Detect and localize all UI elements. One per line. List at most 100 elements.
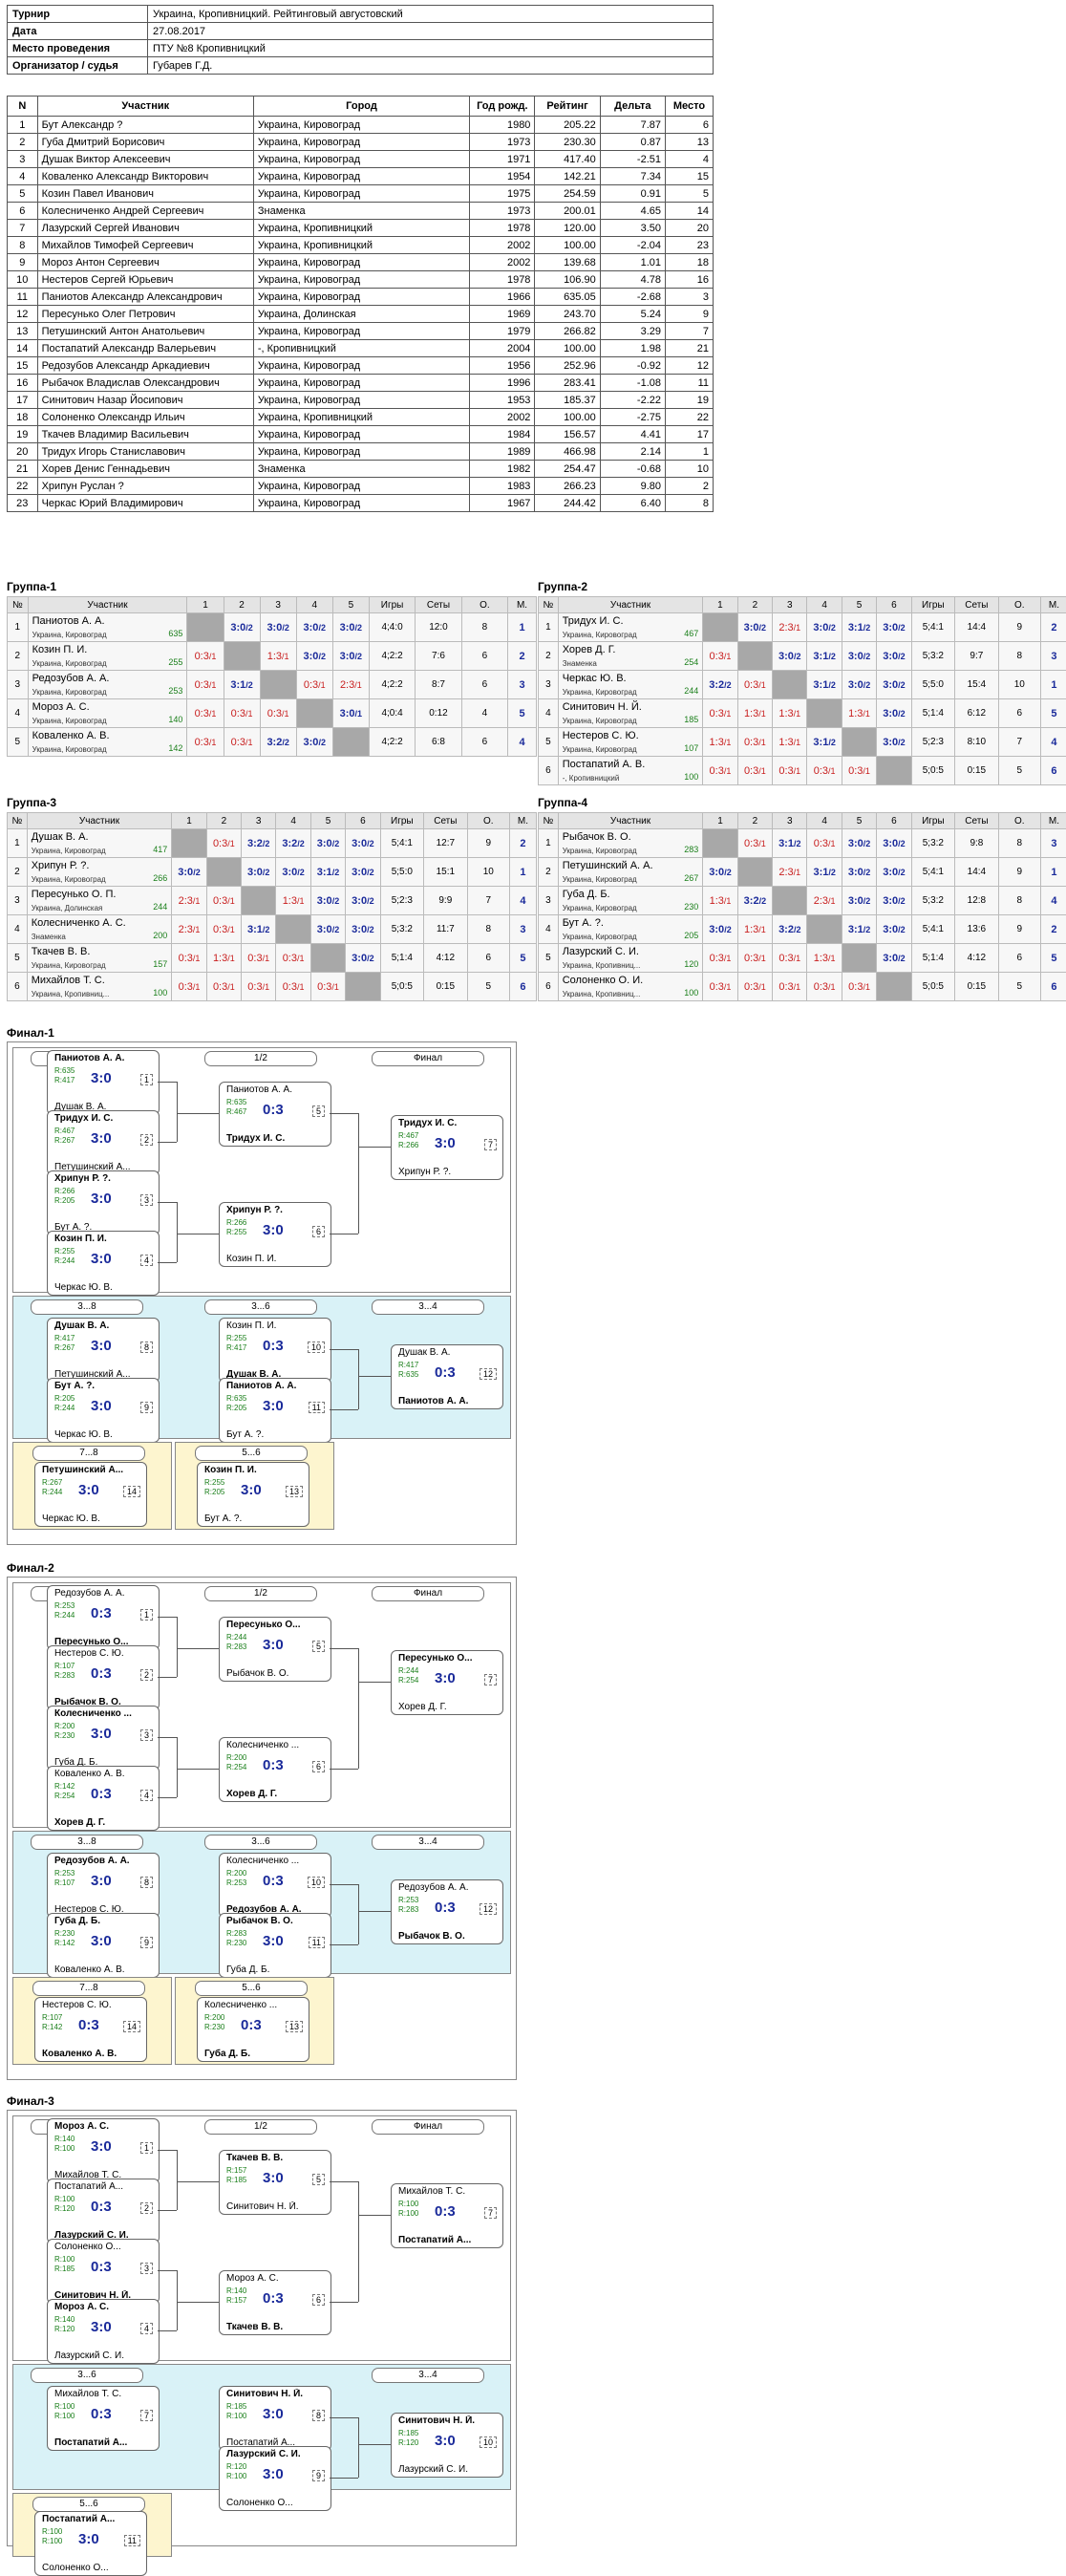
group-player: Петушинский А. А.Украина, Кировоград267 xyxy=(558,858,703,887)
group-col-opp: 2 xyxy=(206,813,241,829)
group-result: 0:3/1 xyxy=(737,671,772,699)
place-5-6: 5...6Колесниченко ...R:200R:2300:313Губа… xyxy=(175,1977,334,2065)
player-row: 8Михайлов Тимофей СергеевичУкраина, Кроп… xyxy=(8,237,714,254)
player-name: Михайлов Тимофей Сергеевич xyxy=(37,237,253,254)
bracket-line xyxy=(358,1682,391,1683)
group-points: /2 xyxy=(898,839,906,848)
group-points-total: 6 xyxy=(461,671,507,699)
group-score: 0:3 xyxy=(710,765,724,777)
player-rating: 266.82 xyxy=(535,323,600,340)
group-player-rating: 467 xyxy=(684,629,698,638)
group-points: /1 xyxy=(828,839,836,848)
match-player-2: Лазурский С. И. xyxy=(54,2351,148,2361)
match-rating-1: R:635 xyxy=(54,1066,75,1075)
phase-label: 3...8 xyxy=(31,1299,143,1315)
group-score: 3:0 xyxy=(304,622,319,633)
match-number: 8 xyxy=(140,1877,153,1888)
group-row-num: 2 xyxy=(539,858,559,887)
bracket-line xyxy=(358,2181,359,2302)
place-7-8: 7...8Нестеров С. Ю.R:107R:1420:314Ковале… xyxy=(12,1977,172,2065)
bracket-line xyxy=(158,1617,177,1618)
match-rating-2: R:100 xyxy=(54,2144,75,2153)
bracket-line xyxy=(358,1376,391,1377)
group-result: 3:0/2 xyxy=(346,944,380,973)
player-place: 21 xyxy=(666,340,714,357)
bracket-line xyxy=(177,1082,178,1142)
match-number: 11 xyxy=(309,1402,325,1413)
group-row: 4Мороз А. С.Украина, Кировоград1400:3/10… xyxy=(8,699,537,728)
players-header: Участник xyxy=(37,97,253,117)
player-rating: 417.40 xyxy=(535,151,600,168)
match-number: 3 xyxy=(140,1729,153,1741)
group-player-rating: 255 xyxy=(168,657,182,667)
group-cell-self xyxy=(296,699,332,728)
group-player-rating: 253 xyxy=(168,686,182,696)
group-points: /1 xyxy=(758,925,766,934)
bracket-line xyxy=(177,1202,178,1262)
player-name: Солоненко Олександр Ильич xyxy=(37,409,253,426)
group-score: 3:0 xyxy=(848,679,863,691)
player-city: Украина, Кировоград xyxy=(253,254,469,271)
match-rating-2: R:100 xyxy=(226,2412,246,2420)
player-name: Постапатий Александр Валерьевич xyxy=(37,340,253,357)
match-number: 14 xyxy=(123,1486,140,1497)
player-row: 5Козин Павел ИвановичУкраина, Кировоград… xyxy=(8,185,714,203)
player-place: 14 xyxy=(666,203,714,220)
group-player-rating: 100 xyxy=(153,988,167,998)
group-title: Группа-1 xyxy=(7,580,56,593)
group-result: 3:0/2 xyxy=(242,858,276,887)
match-rating-1: R:244 xyxy=(398,1666,418,1675)
group-points: /1 xyxy=(758,766,766,776)
match-box: Пересунько О...R:244R:2543:07Хорев Д. Г. xyxy=(391,1650,503,1715)
group-col-opp: 5 xyxy=(310,813,345,829)
group-player-rating: 244 xyxy=(153,902,167,912)
player-place: 6 xyxy=(666,117,714,134)
group-player: Постапатий А. В.-, Кропивницкий100 xyxy=(558,757,703,785)
group-col-opp: 1 xyxy=(703,597,737,613)
group-cell-self xyxy=(877,757,911,785)
match-box: Михайлов Т. С.R:100R:1000:37Постапатий А… xyxy=(47,2386,160,2451)
group-points: /1 xyxy=(758,982,766,992)
match-box: Колесниченко ...R:200R:2540:36Хорев Д. Г… xyxy=(219,1737,331,1802)
player-delta: 4.78 xyxy=(600,271,665,289)
group-result: 3:0/2 xyxy=(346,829,380,858)
group-player-rating: 417 xyxy=(153,845,167,854)
match-rating-2: R:100 xyxy=(42,2537,62,2545)
group-col-opp: 3 xyxy=(260,597,296,613)
match-score: 3:0 xyxy=(91,1933,112,1949)
match-number: 3 xyxy=(140,1194,153,1206)
group-points: /2 xyxy=(898,652,906,661)
group-result: 0:3/1 xyxy=(773,973,807,1001)
match-number: 11 xyxy=(309,1937,325,1948)
player-year: 2002 xyxy=(470,254,535,271)
group-player-name: Рыбачок В. О. xyxy=(563,831,631,843)
player-year: 1971 xyxy=(470,151,535,168)
bracket-line xyxy=(177,1648,219,1649)
info-value: Украина, Кропивницкий. Рейтинговый авгус… xyxy=(148,6,714,23)
match-number: 12 xyxy=(480,1903,497,1915)
player-place: 19 xyxy=(666,392,714,409)
match-rating-1: R:283 xyxy=(226,1929,246,1938)
player-name: Хрипун Руслан ? xyxy=(37,478,253,495)
match-box: Мороз А. С.R:140R:1003:01Михайлов Т. С. xyxy=(47,2118,160,2183)
match-box: Рыбачок В. О.R:283R:2303:011Губа Д. Б. xyxy=(219,1913,331,1978)
player-delta: 3.29 xyxy=(600,323,665,340)
player-place: 18 xyxy=(666,254,714,271)
match-number: 5 xyxy=(312,1641,325,1652)
bracket-line xyxy=(158,1082,177,1083)
group-points: /1 xyxy=(209,652,217,661)
group-sets: 13:6 xyxy=(955,915,999,944)
bracket-line xyxy=(358,1147,391,1148)
player-city: Украина, Кировоград xyxy=(253,323,469,340)
match-rating-2: R:120 xyxy=(54,2325,75,2333)
group-score: 2:3 xyxy=(179,895,193,907)
match-box: Хрипун Р. ?.R:266R:2053:03Бут А. ?. xyxy=(47,1170,160,1235)
match-rating-2: R:120 xyxy=(398,2438,418,2447)
match-score: 3:0 xyxy=(78,1482,99,1498)
group-player-name: Душак В. А. xyxy=(32,831,89,843)
player-place: 10 xyxy=(666,461,714,478)
group-points: /2 xyxy=(863,680,871,690)
player-num: 4 xyxy=(8,168,38,185)
group-cell-self xyxy=(703,613,737,642)
group-player-city: Украина, Кировоград xyxy=(32,717,107,725)
